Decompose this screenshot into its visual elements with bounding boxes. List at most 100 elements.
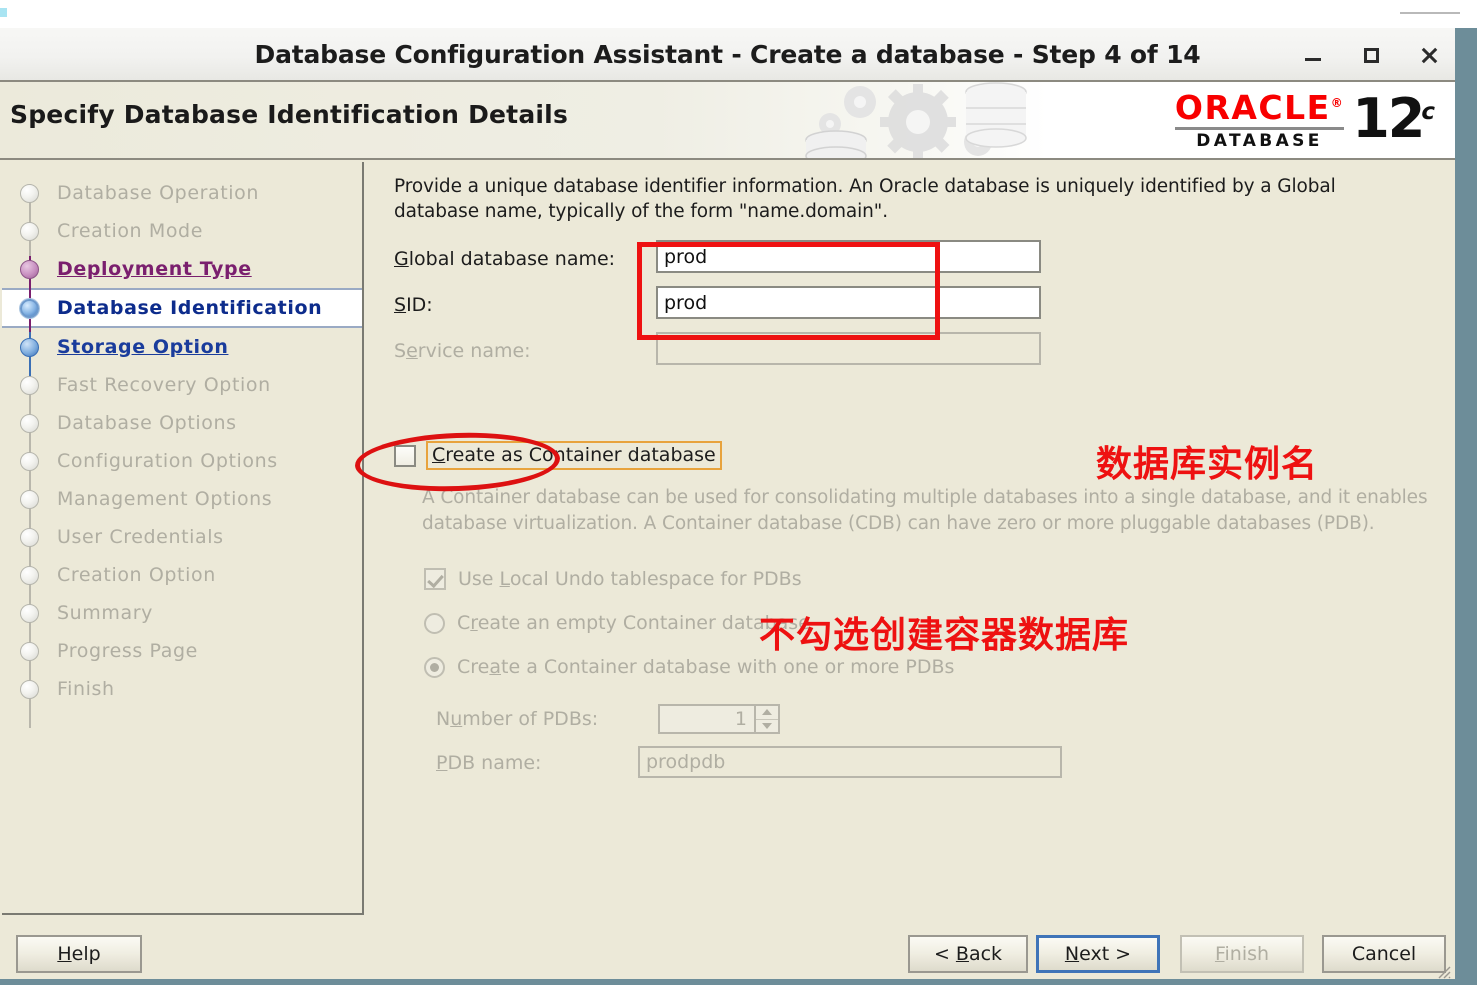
global-db-name-label: Global database name: (394, 248, 616, 270)
close-icon (1420, 46, 1438, 64)
page-title: Specify Database Identification Details (10, 100, 569, 129)
step-bullet-icon (20, 259, 39, 279)
sidebar-item-database-identification[interactable]: Database Identification (2, 288, 362, 328)
window-titlebar: Database Configuration Assistant - Creat… (0, 28, 1455, 82)
step-bullet-icon (20, 527, 39, 547)
sidebar-item-label: User Credentials (57, 526, 224, 548)
container-db-with-pdbs-radio (424, 656, 445, 678)
desktop-backdrop-right (1455, 28, 1477, 985)
service-name-input (656, 332, 1041, 365)
main-content-panel: Provide a unique database identifier inf… (374, 160, 1449, 927)
sidebar-item-management-options[interactable]: Management Options (2, 480, 362, 518)
create-container-db-label: Create as Container database (432, 444, 716, 466)
number-of-pdbs-label: Number of PDBs: (436, 708, 599, 730)
spinner-down-icon (756, 719, 778, 732)
desktop-artifact (0, 8, 7, 17)
oracle-version-number: 12 (1352, 87, 1425, 151)
sidebar-item-label: Management Options (57, 488, 273, 510)
sidebar-item-fast-recovery-option[interactable]: Fast Recovery Option (2, 366, 362, 404)
sidebar-item-label: Creation Option (57, 564, 216, 586)
intro-text: Provide a unique database identifier inf… (394, 176, 1336, 222)
sidebar-item-label: Configuration Options (57, 450, 278, 472)
oracle-brand-text: ORACLE® (1174, 88, 1345, 128)
step-bullet-icon (20, 641, 39, 661)
sidebar-item-label: Summary (57, 602, 154, 624)
minimize-button[interactable] (1303, 45, 1323, 65)
sid-label: SID: (394, 294, 433, 316)
sidebar-item-database-options[interactable]: Database Options (2, 404, 362, 442)
pdb-name-input (638, 746, 1062, 778)
local-undo-checkbox (424, 568, 446, 590)
oracle-version: 12c (1352, 92, 1437, 146)
step-bullet-icon (20, 183, 39, 203)
sid-row: SID: (394, 294, 433, 316)
sidebar-item-label: Progress Page (57, 640, 198, 662)
number-of-pdbs-row: Number of PDBs: 1 (436, 704, 780, 734)
step-bullet-icon (20, 679, 39, 699)
sidebar-item-storage-option[interactable]: Storage Option (2, 328, 362, 366)
resize-grip-icon[interactable] (1435, 963, 1451, 979)
sidebar-item-database-operation[interactable]: Database Operation (2, 174, 362, 212)
sidebar-item-progress-page[interactable]: Progress Page (2, 632, 362, 670)
desktop-backdrop-top (0, 0, 1477, 28)
empty-container-db-label: Create an empty Container database (457, 612, 810, 634)
oracle-database-text: DATABASE (1196, 131, 1323, 152)
sidebar-item-configuration-options[interactable]: Configuration Options (2, 442, 362, 480)
sidebar-item-summary[interactable]: Summary (2, 594, 362, 632)
step-bullet-icon (20, 603, 39, 623)
number-of-pdbs-spin-buttons (754, 704, 780, 734)
pdb-name-row: PDB name: (436, 752, 646, 774)
next-button[interactable]: Next > (1036, 935, 1160, 973)
container-db-with-pdbs-label: Create a Container database with one or … (457, 656, 955, 678)
annotation-instance-name: 数据库实例名 (1096, 444, 1319, 485)
number-of-pdbs-stepper: 1 (658, 704, 780, 734)
create-container-db-row[interactable]: Create as Container database (394, 441, 722, 470)
spinner-up-icon (756, 706, 778, 720)
pdb-name-label: PDB name: (436, 752, 542, 774)
finish-button: Finish (1180, 935, 1304, 973)
sidebar-item-label: Deployment Type (57, 258, 252, 280)
sidebar-item-finish[interactable]: Finish (2, 670, 362, 708)
local-undo-row: Use Local Undo tablespace for PDBs (424, 568, 802, 590)
help-button[interactable]: Help (16, 935, 142, 973)
cancel-button[interactable]: Cancel (1322, 935, 1446, 973)
step-bullet-icon (20, 413, 39, 433)
service-name-row: Service name: (394, 340, 531, 362)
minimize-icon (1305, 58, 1321, 61)
global-db-name-row: Global database name: (394, 248, 615, 270)
sidebar-item-label: Database Options (57, 412, 237, 434)
annotation-no-container-db: 不勾选创建容器数据库 (759, 615, 1130, 656)
container-db-description: A Container database can be used for con… (422, 487, 1428, 534)
maximize-icon (1363, 47, 1379, 63)
sid-input[interactable] (656, 286, 1041, 319)
close-button[interactable] (1419, 45, 1439, 65)
window-controls (1303, 28, 1439, 82)
number-of-pdbs-value: 1 (658, 704, 754, 734)
create-container-db-checkbox[interactable] (394, 444, 416, 467)
window-bottom-edge (0, 979, 1455, 985)
empty-container-db-row: Create an empty Container database (424, 612, 810, 634)
step-bullet-icon (20, 489, 39, 509)
steps-sidebar: Database Operation Creation Mode Deploym… (2, 162, 364, 915)
step-bullet-icon (20, 451, 39, 471)
window-body: Database Operation Creation Mode Deploym… (0, 160, 1455, 927)
gears-database-artwork (805, 82, 1027, 158)
back-button[interactable]: < Back (908, 935, 1028, 973)
sidebar-item-creation-mode[interactable]: Creation Mode (2, 212, 362, 250)
sidebar-item-deployment-type[interactable]: Deployment Type (2, 250, 362, 288)
empty-container-db-radio (424, 612, 445, 634)
screen-root: Database Configuration Assistant - Creat… (0, 0, 1477, 985)
sidebar-item-user-credentials[interactable]: User Credentials (2, 518, 362, 556)
window-title: Database Configuration Assistant - Creat… (254, 40, 1201, 69)
steps-list: Database Operation Creation Mode Deploym… (2, 162, 362, 708)
sidebar-item-label: Creation Mode (57, 220, 203, 242)
sidebar-item-label: Database Identification (57, 297, 323, 319)
global-db-name-input[interactable] (656, 240, 1041, 273)
maximize-button[interactable] (1361, 45, 1381, 65)
dbca-window: Database Configuration Assistant - Creat… (0, 28, 1455, 985)
step-bullet-icon (20, 298, 39, 318)
oracle-logo: ORACLE® DATABASE 12c (1107, 87, 1437, 155)
sidebar-item-label: Fast Recovery Option (57, 374, 271, 396)
page-banner: Specify Database Identification Details (0, 82, 1455, 160)
sidebar-item-creation-option[interactable]: Creation Option (2, 556, 362, 594)
